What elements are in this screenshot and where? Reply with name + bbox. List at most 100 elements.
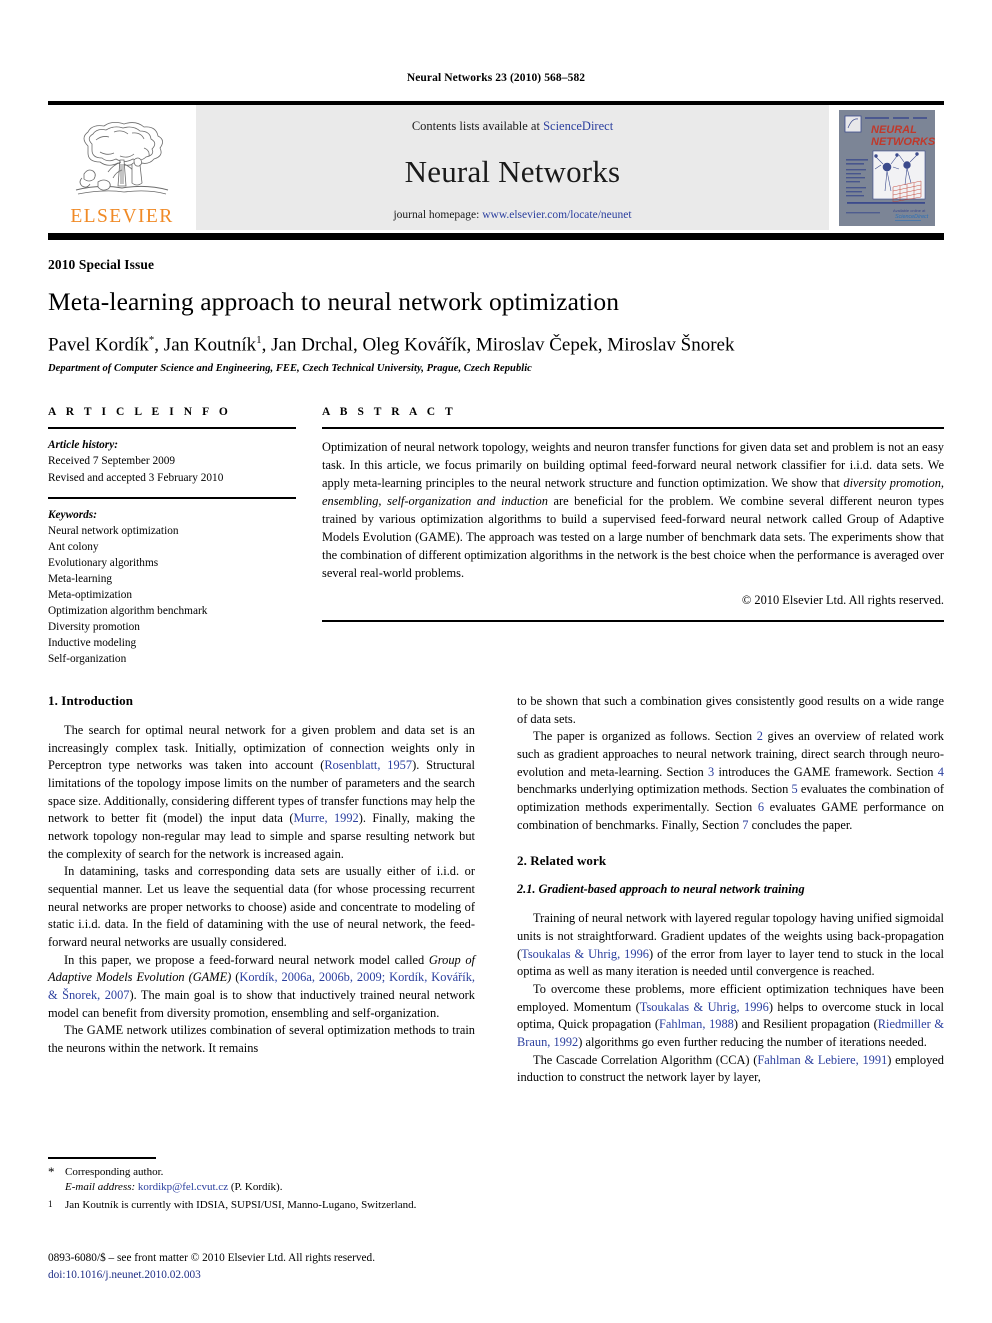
cover-title-line2: NETWORKS (871, 136, 936, 148)
citation-rosenblatt[interactable]: Rosenblatt, 1957 (324, 758, 412, 772)
masthead-center: Contents lists available at ScienceDirec… (196, 105, 829, 230)
keyword-item: Optimization algorithm benchmark (48, 604, 208, 617)
info-abstract-region: A R T I C L E I N F O Article history: R… (48, 406, 944, 666)
author-mark: * (148, 334, 155, 347)
abstract-copyright: © 2010 Elsevier Ltd. All rights reserved… (741, 593, 944, 608)
footnote-rule (48, 1157, 156, 1159)
keyword-item: Meta-learning (48, 572, 112, 585)
corresponding-author-line: Corresponding author. (65, 1165, 164, 1178)
author-name: Miroslav Čepek (475, 334, 598, 356)
article-info-rule-mid (48, 496, 296, 499)
rp2-d: benchmarks underlying optimization metho… (517, 782, 792, 797)
elsevier-logo: ELSEVIER (48, 105, 196, 230)
keyword-item: Diversity promotion (48, 620, 140, 633)
rw-p3-a: The Cascade Correlation Algorithm (CCA) … (533, 1052, 758, 1067)
svg-text:Available online at: Available online at (893, 208, 926, 213)
heading-introduction: 1. Introduction (48, 692, 134, 708)
heading-related-work: 2. Related work (517, 853, 607, 869)
keywords-group: Keywords: Neural network optimization An… (48, 507, 296, 667)
footnote-one-sup: 1 (48, 1199, 53, 1210)
journal-homepage-line: journal homepage: www.elsevier.com/locat… (393, 209, 631, 221)
rp2-c: introduces the GAME framework. Section (714, 764, 938, 779)
body-columns: 1. Introduction The search for optimal n… (48, 693, 944, 1087)
footnote-one-mark: 1 (48, 1198, 65, 1217)
right-paragraph-1: to be shown that such a combination give… (517, 693, 944, 726)
article-info-label: A R T I C L E I N F O (48, 406, 232, 419)
article-history-label: Article history: (48, 439, 118, 452)
intro-paragraph-3: In this paper, we propose a feed-forward… (48, 952, 475, 1023)
keyword-item: Neural network optimization (48, 524, 179, 537)
citation-fahlman-lebiere[interactable]: Fahlman & Lebiere, 1991 (757, 1053, 887, 1067)
keyword-item: Self-organization (48, 652, 127, 665)
footnote-star-mark: * (48, 1163, 55, 1179)
intro-paragraph-1: The search for optimal neural network fo… (48, 722, 475, 863)
article-history-revised: Revised and accepted 3 February 2010 (48, 471, 224, 484)
keyword-item: Inductive modeling (48, 636, 137, 649)
journal-homepage-link[interactable]: www.elsevier.com/locate/neunet (482, 209, 631, 221)
footnotes-block: * Corresponding author. E-mail address: … (48, 1157, 475, 1217)
author-list: Pavel Kordík*, Jan Koutník1, Jan Drchal,… (48, 334, 735, 356)
footnote-corresponding-text: Corresponding author. E-mail address: ko… (65, 1165, 475, 1196)
contents-available-line: Contents lists available at ScienceDirec… (412, 119, 613, 134)
abstract-rule-bottom (322, 620, 944, 623)
contents-prefix: Contents lists available at (411, 119, 544, 133)
intro-paragraph-2: In datamining, tasks and corresponding d… (48, 864, 475, 949)
article-info-column: A R T I C L E I N F O Article history: R… (48, 406, 296, 666)
abstract-column: A B S T R A C T Optimization of neural n… (322, 406, 944, 666)
journal-masthead: ELSEVIER Contents lists available at Sci… (48, 105, 944, 230)
page-title: Meta-learning approach to neural network… (48, 287, 620, 316)
author-name: Pavel Kordík (48, 334, 149, 356)
right-paragraph-2: The paper is organized as follows. Secti… (517, 728, 944, 834)
xref-section-4[interactable]: 4 (938, 765, 944, 779)
citation-fahlman[interactable]: Fahlman, 1988 (659, 1017, 734, 1031)
rw-p2-d: ) algorithms go even further reducing th… (578, 1034, 927, 1049)
footnote-note-1: 1 Jan Koutník is currently with IDSIA, S… (48, 1198, 475, 1217)
email-label: E-mail address: (65, 1180, 136, 1193)
citation-murre[interactable]: Murre, 1992 (293, 811, 358, 825)
email-suffix: (P. Kordík). (230, 1180, 283, 1193)
abstract-text: Optimization of neural network topology,… (322, 439, 944, 583)
footnote-note-1-text: Jan Koutník is currently with IDSIA, SUP… (65, 1199, 417, 1212)
running-head: Neural Networks 23 (2010) 568–582 (406, 72, 586, 84)
rp2-g: concludes the paper. (748, 817, 853, 832)
sciencedirect-link[interactable]: ScienceDirect (543, 119, 613, 133)
keyword-item: Ant colony (48, 540, 99, 553)
article-info-rule-top (48, 427, 296, 430)
body-column-left: 1. Introduction The search for optimal n… (48, 693, 475, 1087)
elsevier-tree-icon (75, 121, 169, 194)
cover-title-line1: NEURAL (871, 124, 917, 136)
intro-paragraph-4: The GAME network utilizes combination of… (48, 1023, 475, 1055)
imprint-block: 0893-6080/$ – see front matter © 2010 El… (48, 1250, 568, 1284)
abstract-label: A B S T R A C T (322, 406, 457, 419)
rw-p2-c: ) and Resilient propagation ( (733, 1017, 878, 1032)
author-mark: 1 (256, 334, 262, 347)
rp2-a: The paper is organized as follows. Secti… (533, 729, 757, 744)
journal-title: Neural Networks (404, 154, 621, 189)
body-column-gap (475, 693, 517, 1087)
citation-tsoukalas-uhrig[interactable]: Tsoukalas & Uhrig, 1996 (521, 947, 649, 961)
keywords-label: Keywords: (48, 508, 97, 521)
email-line: E-mail address: kordikp@fel.cvut.cz (P. … (65, 1180, 475, 1195)
author-name: Jan Koutník (163, 334, 257, 356)
rw-paragraph-3: The Cascade Correlation Algorithm (CCA) … (517, 1052, 944, 1087)
footnote-corresponding-author: * Corresponding author. E-mail address: … (48, 1163, 475, 1196)
doi-link[interactable]: doi:10.1016/j.neunet.2010.02.003 (48, 1267, 568, 1284)
article-history-group: Article history: Received 7 September 20… (48, 437, 296, 485)
article-history-received: Received 7 September 2009 (48, 455, 176, 468)
body-column-right: to be shown that such a combination give… (517, 693, 944, 1087)
keyword-item: Meta-optimization (48, 588, 133, 601)
imprint-line: 0893-6080/$ – see front matter © 2010 El… (48, 1252, 376, 1264)
author-name: Miroslav Šnorek (607, 334, 735, 356)
keyword-item: Evolutionary algorithms (48, 556, 159, 569)
journal-cover-thumbnail: NEURAL NETWORKS Available online at Scie… (829, 105, 944, 230)
author-name: Oleg Kovářík (362, 334, 467, 356)
special-issue-label: 2010 Special Issue (48, 257, 155, 272)
author-name: Jan Drchal (271, 334, 353, 356)
heading-gradient-based: 2.1. Gradient-based approach to neural n… (517, 882, 805, 897)
masthead-bottom-rule (48, 233, 944, 240)
svg-text:ScienceDirect: ScienceDirect (895, 214, 929, 220)
citation-tsoukalas-uhrig-2[interactable]: Tsoukalas & Uhrig, 1996 (640, 1000, 769, 1014)
email-link[interactable]: kordikp@fel.cvut.cz (138, 1181, 228, 1193)
article-page: Neural Networks 23 (2010) 568–582 ELSEVI… (0, 0, 992, 1323)
rw-paragraph-2: To overcome these problems, more efficie… (517, 981, 944, 1052)
